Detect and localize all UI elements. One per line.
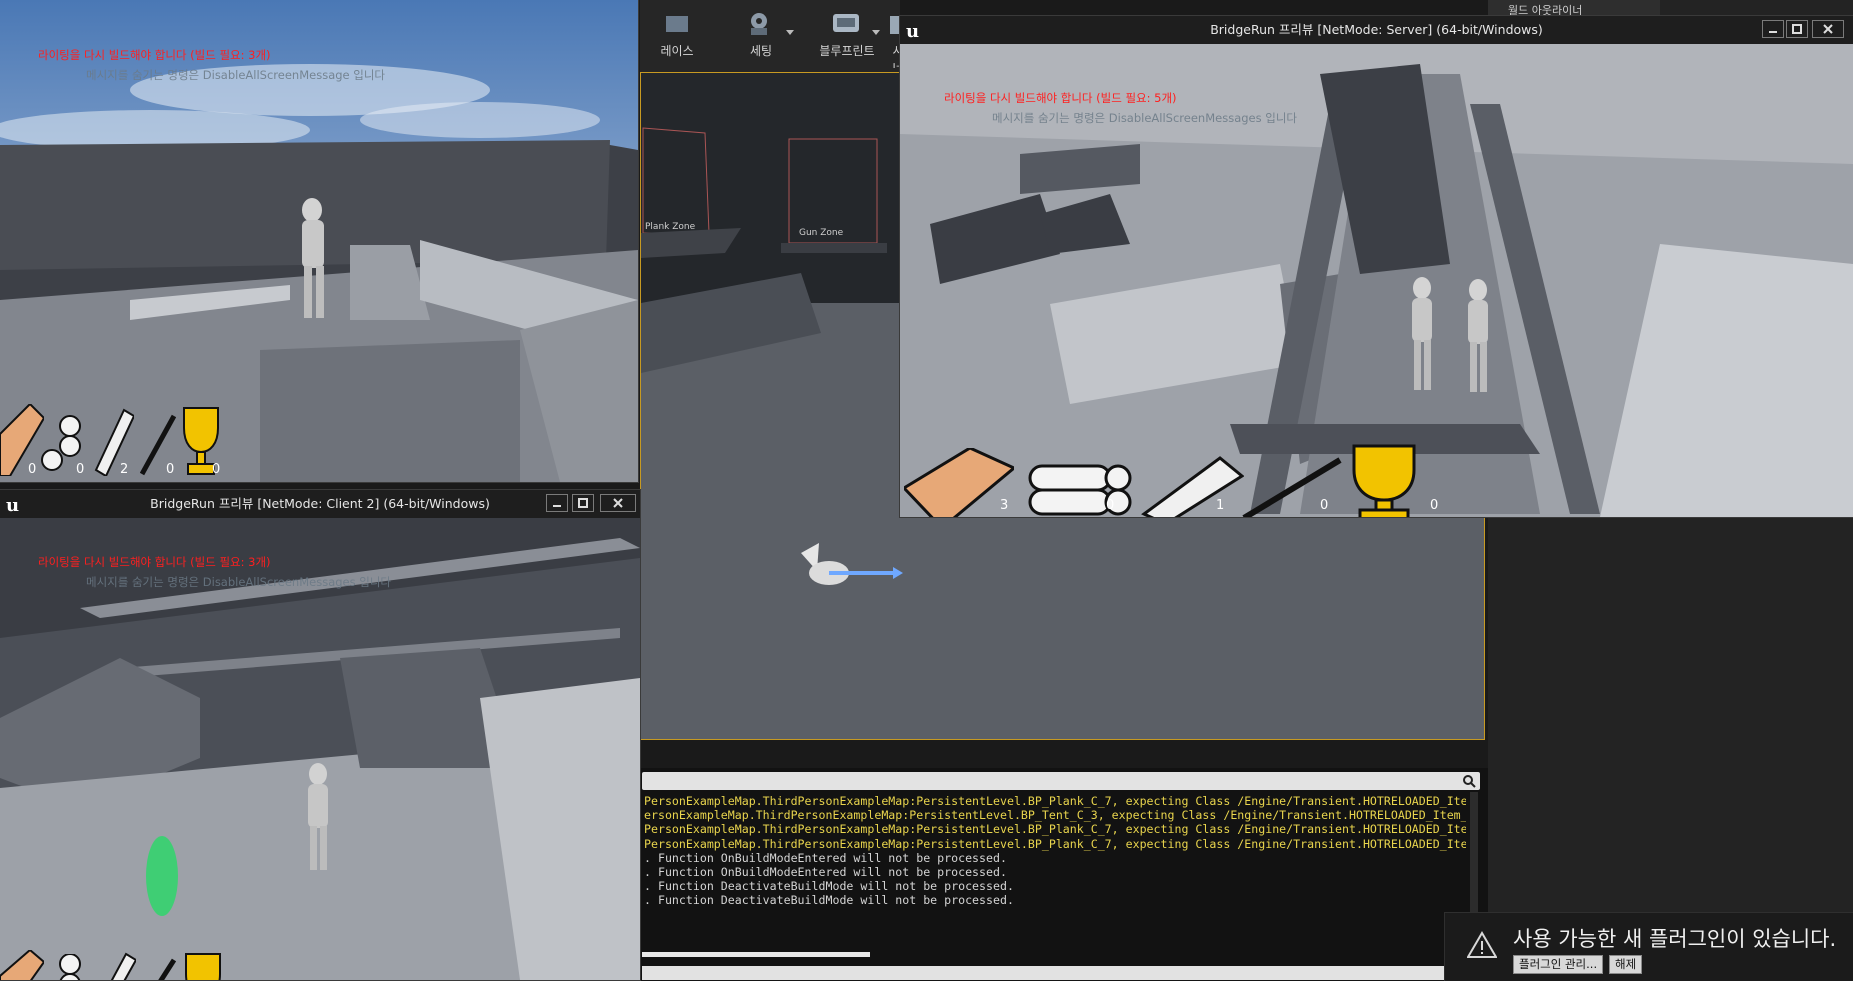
tent-roll-icon: [59, 954, 81, 980]
log-horizontal-scrollbar[interactable]: [642, 952, 870, 957]
plank-icon: [904, 448, 1014, 517]
telescope-icon: [1141, 456, 1244, 517]
lighting-warning: 라이팅을 다시 빌드해야 합니다 (빌드 필요: 5개): [944, 91, 1177, 105]
rifle-icon: [1242, 457, 1342, 517]
log-line: . Function DeactivateBuildMode will not …: [644, 879, 1014, 894]
chevron-down-icon[interactable]: [786, 30, 794, 35]
pie-window-client1: 라이팅을 다시 빌드해야 합니다 (빌드 필요: 3개) 메시지를 숨기는 명령…: [0, 0, 638, 482]
window-titlebar[interactable]: u BridgeRun 프리뷰 [NetMode: Client 2] (64-…: [0, 490, 640, 518]
dismiss-button[interactable]: 해제: [1609, 955, 1643, 974]
telescope-icon: [110, 952, 136, 980]
toolbar-button-marketplace[interactable]: 레이스: [634, 4, 720, 68]
pie-window-client2: u BridgeRun 프리뷰 [NetMode: Client 2] (64-…: [0, 490, 640, 980]
gear-icon: [751, 13, 767, 35]
close-icon[interactable]: [600, 494, 636, 512]
svg-text:u: u: [6, 495, 19, 514]
log-line: . Function DeactivateBuildMode will not …: [644, 893, 1014, 908]
close-icon[interactable]: [1812, 20, 1844, 38]
minimize-icon[interactable]: [1762, 20, 1784, 38]
hud-count-trophy: 0: [212, 462, 221, 477]
plank-icon: [0, 950, 44, 980]
hud-count-tent: 0: [1106, 498, 1115, 513]
toolbar-button-settings[interactable]: 세팅: [718, 4, 804, 68]
plugin-notification: 사용 가능한 새 플러그인이 있습니다. 플러그인 관리... 해제: [1444, 912, 1853, 981]
window-title: BridgeRun 프리뷰 [NetMode: Server] (64-bit/…: [1210, 22, 1543, 37]
window-titlebar[interactable]: u BridgeRun 프리뷰 [NetMode: Server] (64-bi…: [900, 16, 1853, 44]
hud-count-telescope: 1: [1216, 498, 1225, 513]
hud-count-telescope: 2: [120, 462, 129, 477]
toolbar-button-blueprints[interactable]: 블루프린트: [804, 4, 890, 68]
svg-text:u: u: [906, 21, 919, 40]
unreal-logo-icon: u: [906, 21, 919, 40]
hud-count-plank: 3: [1000, 498, 1009, 513]
hud-count-tent: 0: [76, 462, 85, 477]
trophy-icon: [1352, 444, 1416, 517]
warning-icon: [1467, 931, 1497, 958]
log-line: . Function OnBuildModeEntered will not b…: [644, 850, 1007, 865]
toolbar-label: 레이스: [660, 44, 694, 58]
zone-label-plank: Plank Zone: [645, 222, 696, 232]
log-line: ersonExampleMap.ThirdPersonExampleMap:Pe…: [644, 808, 1466, 823]
log-line: PersonExampleMap.ThirdPersonExampleMap:P…: [644, 794, 1466, 808]
toolbar-label: 세팅: [749, 44, 773, 58]
hud-count-rifle: 0: [166, 462, 175, 477]
trophy-icon: [185, 953, 221, 980]
log-lines: PersonExampleMap.ThirdPersonExampleMap:P…: [644, 794, 1466, 964]
minimize-icon[interactable]: [546, 494, 568, 512]
screen-message-hint: 메시지를 숨기는 명령은 DisableAllScreenMessages 입니…: [992, 111, 1298, 125]
log-search-input[interactable]: [642, 772, 1480, 790]
maximize-icon[interactable]: [572, 494, 594, 512]
unreal-logo-icon: u: [6, 495, 19, 514]
game-viewport-server[interactable]: 라이팅을 다시 빌드해야 합니다 (빌드 필요: 5개) 메시지를 숨기는 명령…: [900, 44, 1853, 517]
zone-label-gun: Gun Zone: [799, 228, 844, 238]
pie-window-server: u BridgeRun 프리뷰 [NetMode: Server] (64-bi…: [900, 16, 1853, 517]
plank-icon: [0, 404, 44, 476]
screen-message-hint: 메시지를 숨기는 명령은 DisableAllScreenMessages 입니…: [86, 575, 392, 589]
toolbar-label: 블루프린트: [819, 44, 875, 58]
log-line: . Function OnBuildModeEntered will not b…: [644, 865, 1007, 880]
console-command-input[interactable]: [642, 966, 1480, 980]
log-line: PersonExampleMap.ThirdPersonExampleMap:P…: [644, 836, 1466, 851]
pickup-marker-icon: [146, 836, 178, 916]
hud-count-rifle: 0: [1320, 498, 1329, 513]
manage-plugins-button[interactable]: 플러그인 관리...: [1513, 955, 1604, 974]
chevron-down-icon[interactable]: [872, 30, 880, 35]
maximize-icon[interactable]: [1786, 20, 1808, 38]
notification-message: 사용 가능한 새 플러그인이 있습니다.: [1513, 927, 1837, 951]
window-title: BridgeRun 프리뷰 [NetMode: Client 2] (64-bi…: [150, 496, 490, 511]
hud-count-trophy: 0: [1430, 498, 1439, 513]
search-icon[interactable]: [1462, 774, 1476, 788]
game-viewport-client1[interactable]: 라이팅을 다시 빌드해야 합니다 (빌드 필요: 3개) 메시지를 숨기는 명령…: [0, 0, 638, 482]
marketplace-icon: [666, 16, 688, 32]
log-line: PersonExampleMap.ThirdPersonExampleMap:P…: [644, 822, 1466, 837]
screen-message-hint: 메시지를 숨기는 명령은 DisableAllScreenMessage 입니다: [86, 68, 386, 82]
level-editor-toolbar: 레이스 세팅 블루프린트 시네마: [640, 0, 908, 74]
game-viewport-client2[interactable]: 라이팅을 다시 빌드해야 합니다 (빌드 필요: 3개) 메시지를 숨기는 명령…: [0, 518, 640, 980]
lighting-warning: 라이팅을 다시 빌드해야 합니다 (빌드 필요: 3개): [38, 48, 271, 62]
hud-count-plank: 0: [28, 462, 37, 477]
lighting-warning: 라이팅을 다시 빌드해야 합니다 (빌드 필요: 3개): [38, 555, 271, 569]
tent-roll-icon: [1028, 464, 1132, 516]
blueprint-icon: [833, 14, 859, 32]
rifle-icon: [158, 958, 176, 980]
